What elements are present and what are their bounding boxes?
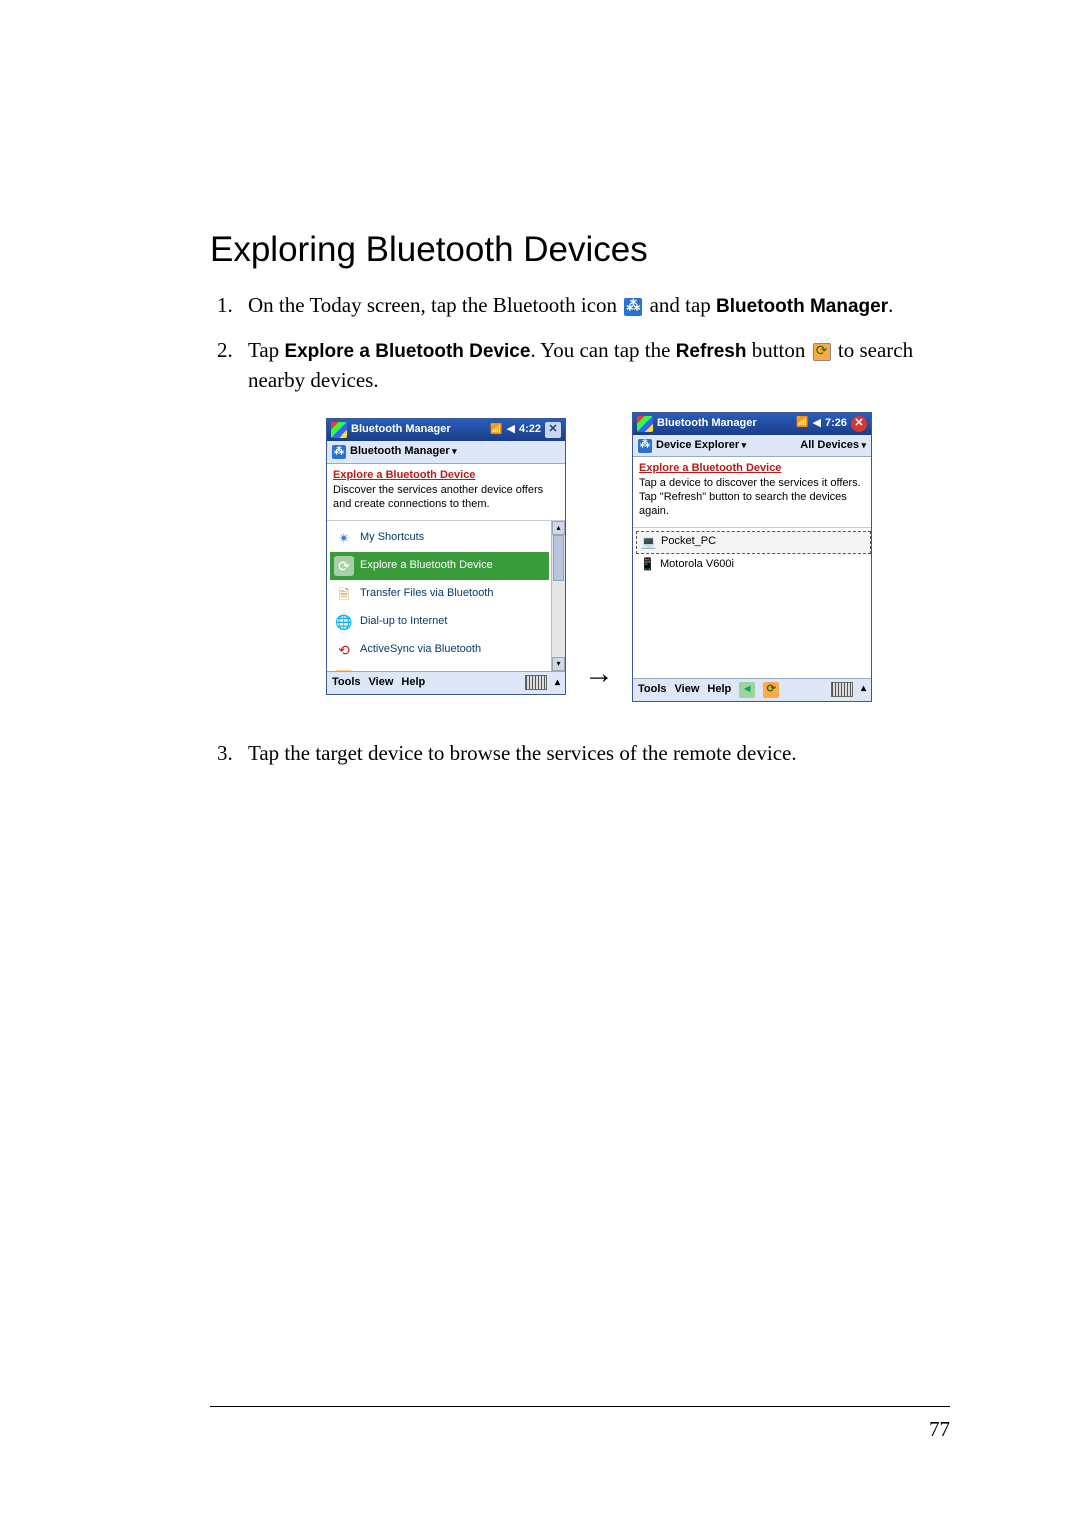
hint-title: Explore a Bluetooth Device	[333, 468, 559, 484]
scroll-down-button[interactable]: ▾	[552, 657, 565, 671]
device-explorer-dropdown[interactable]: Device Explorer	[656, 438, 746, 454]
list-item-label: My Shortcuts	[360, 530, 424, 546]
phone-icon: 📱	[640, 556, 654, 573]
screenshot-right: Bluetooth Manager 📶 ◀ 7:26 ✕ ⁂ Device Ex…	[632, 412, 872, 702]
list-item-explore[interactable]: ⟳ Explore a Bluetooth Device	[330, 552, 549, 580]
step-1-text-a: On the Today screen, tap the Bluetooth i…	[248, 293, 622, 317]
close-button[interactable]: ✕	[851, 416, 867, 432]
step-2-text-c: button	[746, 338, 810, 362]
step-1-text-c: .	[888, 293, 893, 317]
menu-help[interactable]: Help	[401, 675, 425, 691]
start-icon[interactable]	[637, 416, 653, 432]
sync-icon: ⟲	[334, 640, 354, 660]
scroll-track[interactable]	[552, 535, 565, 657]
speaker-icon: ◀	[507, 422, 515, 438]
intercom-icon: 📶	[334, 668, 354, 671]
footer-rule	[210, 1406, 950, 1407]
scrollbar[interactable]: ▴ ▾	[551, 521, 565, 671]
arrow-icon: →	[584, 652, 614, 696]
step-1-bold: Bluetooth Manager	[716, 296, 888, 317]
toolbar-right: Tools View Help ◄ ⟳ ▴	[633, 678, 871, 701]
action-list: ✴ My Shortcuts ⟳ Explore a Bluetooth Dev…	[327, 521, 565, 671]
all-devices-dropdown[interactable]: All Devices	[800, 438, 866, 454]
list-item-my-shortcuts[interactable]: ✴ My Shortcuts	[330, 524, 549, 552]
signal-icon: 📶	[490, 423, 502, 438]
clock: 7:26	[825, 416, 847, 432]
step-2-bold-2: Refresh	[676, 341, 747, 362]
step-2-text-a: Tap	[248, 338, 284, 362]
window-title: Bluetooth Manager	[657, 416, 757, 432]
screenshot-row: Bluetooth Manager 📶 ◀ 4:22 ✕ ⁂ Bluetooth…	[248, 412, 950, 702]
step-3: Tap the target device to browse the serv…	[238, 738, 950, 768]
hint-title: Explore a Bluetooth Device	[639, 461, 865, 477]
device-list: 💻 Pocket_PC 📱 Motorola V600i	[633, 528, 871, 678]
list-item-label: ActiveSync via Bluetooth	[360, 642, 481, 658]
menu-view[interactable]: View	[369, 675, 394, 691]
titlebar-left: Bluetooth Manager 📶 ◀ 4:22 ✕	[327, 419, 565, 441]
back-button[interactable]: ◄	[739, 682, 755, 698]
menu-tools[interactable]: Tools	[332, 675, 361, 691]
close-button[interactable]: ✕	[545, 422, 561, 438]
screenshot-left: Bluetooth Manager 📶 ◀ 4:22 ✕ ⁂ Bluetooth…	[326, 418, 566, 694]
subbar-right: ⁂ Device Explorer All Devices	[633, 435, 871, 458]
files-icon: 🗎	[334, 584, 354, 604]
shortcuts-icon: ✴	[334, 528, 354, 548]
hint-body: Discover the services another device off…	[333, 484, 559, 512]
signal-icon: 📶	[796, 416, 808, 431]
sip-up-icon[interactable]: ▴	[555, 676, 560, 691]
list-item-activesync[interactable]: ⟲ ActiveSync via Bluetooth	[330, 636, 549, 664]
step-3-text: Tap the target device to browse the serv…	[248, 741, 797, 765]
page-heading: Exploring Bluetooth Devices	[210, 230, 950, 270]
list-item-transfer-files[interactable]: 🗎 Transfer Files via Bluetooth	[330, 580, 549, 608]
window-title: Bluetooth Manager	[351, 422, 451, 438]
toolbar-left: Tools View Help ▴	[327, 671, 565, 694]
steps-list: On the Today screen, tap the Bluetooth i…	[210, 290, 950, 768]
list-item-label: Transfer Files via Bluetooth	[360, 586, 493, 602]
list-item-label: Dial-up to Internet	[360, 614, 447, 630]
bluetooth-mini-icon: ⁂	[638, 439, 652, 453]
menu-tools[interactable]: Tools	[638, 682, 667, 698]
bluetooth-mini-icon: ⁂	[332, 445, 346, 459]
titlebar-right: Bluetooth Manager 📶 ◀ 7:26 ✕	[633, 413, 871, 435]
sip-up-icon[interactable]: ▴	[861, 682, 866, 697]
hint-left: Explore a Bluetooth Device Discover the …	[327, 464, 565, 520]
list-item-label: Intercom via Bluetooth	[360, 670, 469, 671]
subbar-left: ⁂ Bluetooth Manager	[327, 441, 565, 464]
step-2-text-b: . You can tap the	[530, 338, 675, 362]
bluetooth-manager-dropdown[interactable]: Bluetooth Manager	[350, 444, 457, 460]
step-2-bold-1: Explore a Bluetooth Device	[284, 341, 530, 362]
list-item-intercom[interactable]: 📶 Intercom via Bluetooth	[330, 664, 549, 671]
keyboard-icon[interactable]	[831, 682, 853, 697]
step-1-text-b: and tap	[650, 293, 716, 317]
device-label: Motorola V600i	[660, 557, 734, 573]
device-item-pocket-pc[interactable]: 💻 Pocket_PC	[636, 531, 871, 554]
step-2: Tap Explore a Bluetooth Device. You can …	[238, 335, 950, 702]
menu-view[interactable]: View	[675, 682, 700, 698]
explore-icon: ⟳	[334, 556, 354, 576]
refresh-icon: ⟳	[813, 343, 831, 361]
keyboard-icon[interactable]	[525, 675, 547, 690]
scroll-up-button[interactable]: ▴	[552, 521, 565, 535]
refresh-button[interactable]: ⟳	[763, 682, 779, 698]
device-label: Pocket_PC	[661, 534, 716, 550]
step-1: On the Today screen, tap the Bluetooth i…	[238, 290, 950, 321]
clock: 4:22	[519, 422, 541, 438]
list-item-label: Explore a Bluetooth Device	[360, 558, 493, 574]
dialup-icon: 🌐	[334, 612, 354, 632]
menu-help[interactable]: Help	[707, 682, 731, 698]
computer-icon: 💻	[641, 534, 655, 551]
hint-right: Explore a Bluetooth Device Tap a device …	[633, 457, 871, 527]
bluetooth-icon: ⁂	[624, 298, 642, 316]
page-number: 77	[929, 1417, 950, 1442]
scroll-thumb[interactable]	[553, 535, 564, 581]
device-item-motorola[interactable]: 📱 Motorola V600i	[636, 554, 871, 575]
list-item-dialup[interactable]: 🌐 Dial-up to Internet	[330, 608, 549, 636]
speaker-icon: ◀	[813, 416, 821, 432]
hint-body: Tap a device to discover the services it…	[639, 477, 865, 518]
start-icon[interactable]	[331, 422, 347, 438]
